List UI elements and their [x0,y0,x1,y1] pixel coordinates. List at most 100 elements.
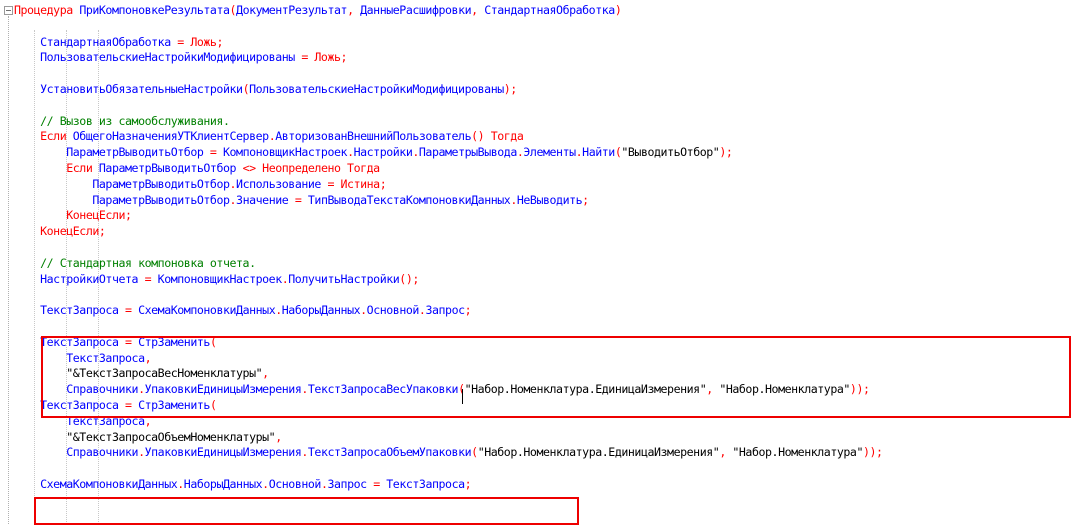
text-cursor [462,389,463,404]
code-token: ПараметрВыводитьОтбор [66,145,204,160]
code-keyword: Если [40,129,73,144]
code-string: "&ТекстЗапросаОбъемНоменклатуры" [66,429,276,444]
code-keyword: Ложь [190,34,217,49]
code-token: , [719,445,733,460]
code-line[interactable]: ПользовательскиеНастройкиМодифицированы … [14,50,883,66]
code-token: ) [614,3,622,17]
code-line[interactable]: ПараметрВыводитьОтбор = КомпоновщикНастр… [14,145,883,161]
code-token: Найти [582,145,615,160]
code-line[interactable]: ПараметрВыводитьОтбор.Значение = ТипВыво… [14,193,883,209]
code-line[interactable]: СтандартнаяОбработка = Ложь; [14,35,883,51]
code-token: ; [125,208,132,223]
code-line[interactable] [14,461,883,477]
code-line[interactable]: НастройкиОтчета = КомпоновщикНастроек.По… [14,272,883,288]
code-keyword: Ложь [314,50,341,65]
code-lines[interactable]: Процедура ПриКомпоновкеРезультата(Докуме… [14,3,883,493]
code-token: (); [399,271,419,286]
code-line[interactable]: СхемаКомпоновкиДанных.НаборыДанных.Основ… [14,477,883,493]
code-keyword: Истина [340,176,381,191]
code-token: ТекстЗапросаОбъемУпаковки [307,445,472,460]
code-token: = [288,192,308,207]
code-token: ); [719,145,733,160]
code-line[interactable] [14,319,883,335]
code-token: ; [98,224,106,239]
code-token: = [170,34,191,49]
code-keyword: Тогда [490,129,524,144]
code-token: ОбщегоНазначенияУТКлиентСервер [72,129,269,144]
code-line[interactable]: // Стандартная компоновка отчета. [14,256,883,272]
code-keyword: КонецЕсли [40,224,99,239]
code-token: ; [340,50,348,65]
code-keyword: Неопределено Тогда [262,160,380,175]
code-line[interactable]: Если ОбщегоНазначенияУТКлиентСервер.Авто… [14,129,883,145]
code-token: ); [503,81,518,96]
collapse-toggle-icon[interactable] [4,6,13,15]
code-token: ПараметрВыводитьОтбор [92,192,230,207]
code-token: ДокументРезультат [236,3,348,17]
code-token: ПользовательскиеНастройкиМодифицированы [249,81,504,96]
code-token: СтандартнаяОбработка [40,34,171,49]
code-token: ТипВыводаТекстаКомпоновкиДанных [307,192,511,207]
code-line[interactable]: // Вызов из самообслуживания. [14,114,883,130]
code-line[interactable]: Процедура ПриКомпоновкеРезультата(Докуме… [14,3,883,19]
code-token: Справочники [66,445,139,460]
code-token: СхемаКомпоновкиДанных [138,303,276,318]
code-line[interactable] [14,66,883,82]
highlight-box-weight [41,336,1071,418]
code-line[interactable] [14,287,883,303]
code-token: КомпоновщикНастроек [157,271,283,286]
code-token: Значение [236,192,289,207]
code-token: ПараметрВыводитьОтбор [92,176,230,191]
code-line[interactable]: "&ТекстЗапросаОбъемНоменклатуры", [14,430,883,446]
code-token: Настройки [353,145,413,160]
code-token: , [347,3,361,17]
code-line[interactable]: УстановитьОбязательныеНастройки(Пользова… [14,82,883,98]
code-line[interactable] [14,240,883,256]
code-token: ПолучитьНастройки [288,271,400,286]
code-token: ТекстЗапроса [386,476,465,491]
code-line[interactable]: Справочники.УпаковкиЕдиницыИзмерения.Тек… [14,445,883,461]
code-token: Основной [268,476,322,491]
code-line[interactable]: Если ПараметрВыводитьОтбор <> Неопределе… [14,161,883,177]
code-comment: // Вызов из самообслуживания. [40,113,230,128]
code-keyword: КонецЕсли [66,208,126,223]
code-token: = [118,303,139,318]
code-token: = [138,271,158,286]
code-line[interactable] [14,19,883,35]
code-token: () [471,129,491,144]
code-keyword: Процедура [14,3,80,17]
code-line[interactable]: ТекстЗапроса = СхемаКомпоновкиДанных.Наб… [14,303,883,319]
code-token: СтандартнаяОбработка [484,3,615,17]
code-token: Основной [366,303,420,318]
code-line[interactable]: КонецЕсли; [14,208,883,224]
code-token: )); [862,445,883,460]
code-token: = [203,145,223,160]
code-token: ПараметрыВывода [418,145,517,160]
code-line[interactable] [14,98,883,114]
code-token: НеВыводить [516,192,583,207]
code-token: , [471,3,485,17]
code-line[interactable]: ПараметрВыводитьОтбор.Использование = Ис… [14,177,883,193]
code-line[interactable]: КонецЕсли; [14,224,883,240]
code-string: "Набор.Номенклатура.ЕдиницаИзмерения" [477,445,720,460]
code-keyword: Если [66,160,99,175]
code-token: ; [464,303,472,318]
code-token: КомпоновщикНастроек [222,145,348,160]
code-token: ; [464,476,472,491]
code-token: Запрос [327,476,367,491]
code-token: <> [236,160,263,175]
